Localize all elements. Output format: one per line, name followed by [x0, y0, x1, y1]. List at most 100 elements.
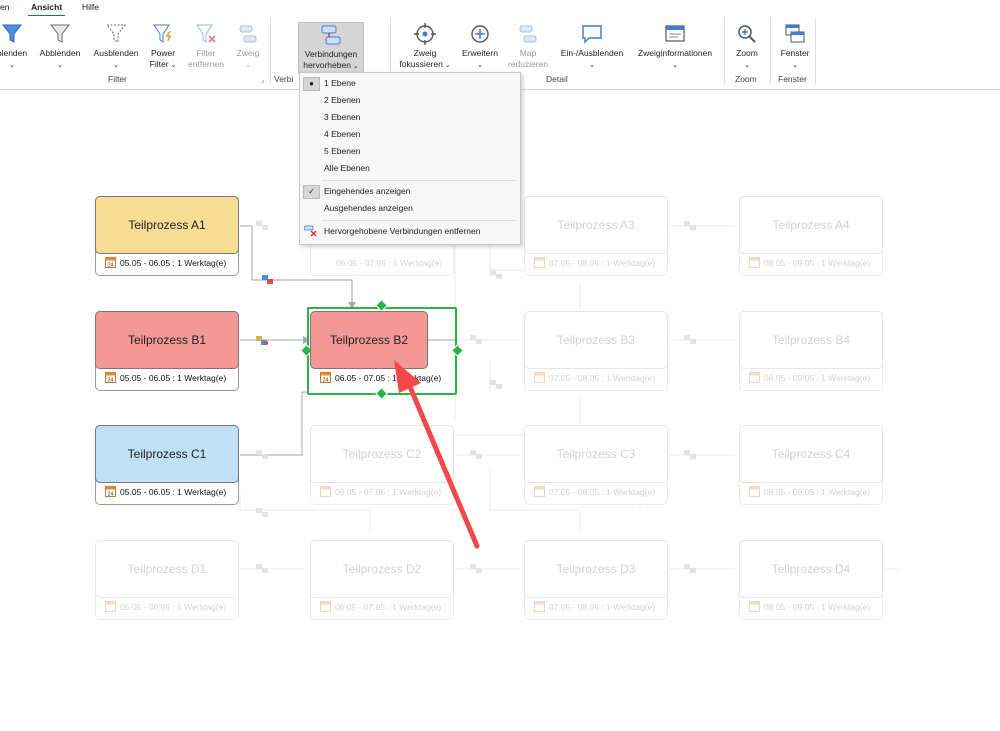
node-title: Teilprozess A3	[524, 196, 668, 254]
group-separator	[724, 18, 725, 84]
menu-item-verbindungen-entfernen[interactable]: Hervorgehobene Verbindungen entfernen	[300, 224, 520, 239]
ein-ausblenden-button[interactable]: Ein-/Ausblenden ⌄	[556, 22, 628, 71]
node-title: Teilprozess C3	[524, 425, 668, 483]
node-dates: 08.05 - 09.05 : 1 Werktag(e)	[749, 486, 870, 498]
filter-remove-icon	[196, 24, 216, 43]
node-teilprozess-c1[interactable]: Teilprozess C1 24 05.05 - 06.05 : 1 Werkt…	[95, 425, 239, 505]
node-title: Teilprozess B1	[95, 311, 239, 369]
node-teilprozess-d2[interactable]: Teilprozess D2 06.05 - 07.05 : 1 Werktag…	[310, 540, 454, 620]
menu-item-5-ebenen[interactable]: 5 Ebenen	[300, 144, 520, 159]
group-label-detail: Detail	[546, 74, 568, 84]
node-title: Teilprozess C4	[739, 425, 883, 483]
funnel-dim-icon	[49, 24, 71, 43]
group-separator	[770, 18, 771, 84]
node-dates: 05.05 - 06.05 : 1 Werktag(e)	[105, 601, 226, 613]
node-title: Teilprozess D3	[524, 540, 668, 598]
node-teilprozess-b2[interactable]: Teilprozess B2 24 06.05 - 07.05 : 1 Werkt…	[310, 311, 454, 391]
erweitern-button[interactable]: Erweitern ⌄	[458, 22, 502, 71]
svg-text:24: 24	[108, 263, 114, 269]
calendar-icon	[749, 601, 760, 613]
fenster-button[interactable]: Fenster ⌄	[776, 22, 814, 71]
node-dates: 24 05.05 - 06.05 : 1 Werktag(e)	[105, 257, 226, 269]
node-title: Teilprozess A1	[95, 196, 239, 254]
node-teilprozess-c4[interactable]: Teilprozess C4 08.05 - 09.05 : 1 Werktag…	[739, 425, 883, 505]
node-title: Teilprozess B2	[310, 311, 428, 369]
menu-item-alle-ebenen[interactable]: Alle Ebenen	[300, 161, 520, 176]
calendar-icon	[105, 601, 116, 613]
zweiginformationen-button[interactable]: Zweiginformationen ⌄	[632, 22, 718, 71]
menu-item-2-ebenen[interactable]: 2 Ebenen	[300, 93, 520, 108]
node-teilprozess-b4[interactable]: Teilprozess B4 08.05 - 09.05 : 1 Werktag…	[739, 311, 883, 391]
node-title: Teilprozess B3	[524, 311, 668, 369]
group-separator	[270, 18, 271, 84]
radio-selected-icon: ●	[303, 77, 320, 91]
node-dates: 24 05.05 - 06.05 : 1 Werktag(e)	[105, 372, 226, 384]
windows-cascade-icon	[785, 24, 805, 43]
einblenden-button[interactable]: blenden⌄	[0, 22, 30, 71]
node-teilprozess-d1[interactable]: Teilprozess D1 05.05 - 06.05 : 1 Werktag…	[95, 540, 239, 620]
node-title: Teilprozess D2	[310, 540, 454, 598]
calendar-icon	[534, 601, 545, 613]
node-teilprozess-c3[interactable]: Teilprozess C3 07.05 - 08.05 : 1 Werktag…	[524, 425, 668, 505]
funnel-show-icon	[1, 24, 23, 43]
calendar-icon	[749, 486, 760, 498]
tab-ansicht[interactable]: Ansicht	[27, 2, 66, 17]
filter-entfernen-button[interactable]: Filter entfernen	[184, 22, 228, 70]
calendar-icon: 24	[105, 372, 116, 384]
node-teilprozess-b1[interactable]: Teilprozess B1 24 05.05 - 06.05 : 1 Werkt…	[95, 311, 239, 391]
menu-item-4-ebenen[interactable]: 4 Ebenen	[300, 127, 520, 142]
tab-partial[interactable]: en	[0, 2, 9, 12]
connector-marker-icon	[256, 275, 273, 345]
remove-highlight-icon	[303, 225, 318, 238]
calendar-icon	[320, 486, 331, 498]
zweig-button[interactable]: Zweig ⌄	[230, 22, 266, 71]
expand-icon	[471, 25, 489, 43]
zoom-button[interactable]: Zoom ⌄	[730, 22, 764, 71]
menu-item-3-ebenen[interactable]: 3 Ebenen	[300, 110, 520, 125]
node-teilprozess-d4[interactable]: Teilprozess D4 08.05 - 09.05 : 1 Werktag…	[739, 540, 883, 620]
calendar-icon	[749, 257, 760, 269]
menu-item-1-ebene[interactable]: ● 1 Ebene	[300, 76, 520, 91]
funnel-hide-icon	[105, 24, 127, 43]
svg-text:24: 24	[108, 492, 114, 498]
map-reduzieren-button[interactable]: Map reduzieren	[505, 22, 551, 70]
calendar-icon	[534, 257, 545, 269]
node-dates: 07.05 - 08.05 : 1 Werktag(e)	[534, 486, 655, 498]
magnifier-icon	[738, 25, 756, 43]
node-dates: 08.05 - 09.05 : 1 Werktag(e)	[749, 372, 870, 384]
verbindungen-hervorheben-button[interactable]: Verbindungen hervorheben ⌄	[298, 22, 364, 74]
menu-item-eingehendes-anzeigen[interactable]: ✓ Eingehendes anzeigen	[300, 184, 520, 199]
node-dates: 24 05.05 - 06.05 : 1 Werktag(e)	[105, 486, 226, 498]
ausblenden-button[interactable]: Ausblenden ⌄	[90, 22, 142, 71]
node-title: Teilprozess B4	[739, 311, 883, 369]
abblenden-button[interactable]: Abblenden ⌄	[36, 22, 84, 71]
power-filter-button[interactable]: Power Filter ⌄	[145, 22, 181, 71]
group-label-filter: Filter	[108, 74, 127, 84]
menu-item-ausgehendes-anzeigen[interactable]: Ausgehendes anzeigen	[300, 201, 520, 216]
power-filter-icon	[153, 24, 172, 43]
zweig-fokussieren-button[interactable]: Zweig fokussieren ⌄	[396, 22, 454, 71]
menu-separator	[322, 220, 516, 221]
node-dates: 08.05 - 09.05 : 1 Werktag(e)	[749, 257, 870, 269]
focus-target-icon	[414, 23, 436, 45]
node-teilprozess-a3[interactable]: Teilprozess A3 07.05 - 08.05 : 1 Werktag…	[524, 196, 668, 276]
verbindungen-dropdown-menu: ● 1 Ebene 2 Ebenen 3 Ebenen 4 Ebenen 5 E…	[299, 72, 521, 245]
node-dates: 06.05 - 07.05 : 1 Werktag(e)	[320, 486, 441, 498]
calendar-icon	[320, 601, 331, 613]
filter-group-launcher-icon[interactable]: ⌟	[261, 76, 264, 84]
map-reduce-icon	[519, 25, 537, 43]
group-separator	[815, 18, 816, 84]
node-teilprozess-b3[interactable]: Teilprozess B3 07.05 - 08.05 : 1 Werktag…	[524, 311, 668, 391]
svg-text:24: 24	[323, 378, 329, 384]
calendar-icon: 24	[105, 486, 116, 498]
node-teilprozess-a1[interactable]: Teilprozess A1 24 05.05 - 06.05 : 1 Werkt…	[95, 196, 239, 276]
node-teilprozess-d3[interactable]: Teilprozess D3 07.05 - 08.05 : 1 Werktag…	[524, 540, 668, 620]
calendar-icon	[534, 372, 545, 384]
calendar-icon	[534, 486, 545, 498]
tab-hilfe[interactable]: Hilfe	[82, 2, 99, 12]
calendar-icon: 24	[105, 257, 116, 269]
node-teilprozess-a4[interactable]: Teilprozess A4 08.05 - 09.05 : 1 Werktag…	[739, 196, 883, 276]
node-dates: 24 06.05 - 07.05 : 1 Werktag(e)	[320, 372, 441, 384]
node-teilprozess-c2[interactable]: Teilprozess C2 06.05 - 07.05 : 1 Werktag…	[310, 425, 454, 505]
menu-separator	[322, 180, 516, 181]
